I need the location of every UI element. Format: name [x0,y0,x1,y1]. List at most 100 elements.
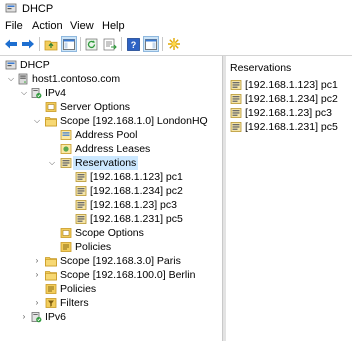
window-title: DHCP [22,3,54,15]
console-tree[interactable]: DHCP ⌵ host1.contoso.com ⌵ IPv4 Server O… [0,56,222,341]
reservation-icon [230,107,242,119]
toolbar-separator [39,37,40,51]
policies-icon [45,283,57,295]
toolbar-separator [162,37,163,51]
tree-node-label: Filters [60,297,89,309]
tree-node-server-options[interactable]: Server Options [0,100,160,114]
tree-node-scope-paris[interactable]: › Scope [192.168.3.0] Paris [0,254,220,268]
chevron-right-icon[interactable]: › [33,299,41,307]
tree-node-reservation[interactable]: [192.168.1.231] pc5 [0,212,200,226]
tree-node-reservation[interactable]: [192.168.1.234] pc2 [0,184,200,198]
tree-node-label: Address Leases [75,143,151,155]
menu-help[interactable]: Help [102,20,125,32]
chevron-down-icon[interactable]: ⌵ [20,89,28,97]
tree-node-ipv6[interactable]: › IPv6 [0,310,120,324]
tree-node-dhcp[interactable]: DHCP [0,58,120,72]
policies-icon [60,241,72,253]
tree-node-scope-policies[interactable]: Policies [0,240,160,254]
details-item-label: [192.168.1.123] pc1 [245,79,338,91]
toolbar: ? [0,35,352,54]
tree-node-label: host1.contoso.com [32,73,121,85]
reservations-icon [60,157,72,169]
details-list-item[interactable]: [192.168.1.234] pc2 [228,92,350,106]
tree-node-reservation[interactable]: [192.168.1.123] pc1 [0,170,200,184]
title-bar: DHCP [0,0,352,18]
tree-node-filters[interactable]: › Filters [0,296,160,310]
tree-node-label: [192.168.1.23] pc3 [90,199,177,211]
tree-node-label: Policies [60,283,97,295]
menu-action[interactable]: Action [32,20,63,32]
chevron-right-icon[interactable]: › [33,257,41,265]
folder-icon [45,269,57,281]
tree-node-address-pool[interactable]: Address Pool [0,128,160,142]
tree-node-label: DHCP [20,59,50,71]
dhcp-icon [5,59,17,71]
chevron-down-icon[interactable]: ⌵ [7,75,15,83]
chevron-down-icon[interactable]: ⌵ [33,117,41,125]
address-leases-icon [60,143,72,155]
scope-options-icon [60,227,72,239]
details-list-item[interactable]: [192.168.1.231] pc5 [228,120,350,134]
tree-node-scope-berlin[interactable]: › Scope [192.168.100.0] Berlin [0,268,220,282]
svg-text:?: ? [130,40,136,50]
dhcp-app-icon [5,2,17,14]
tree-node-policies[interactable]: Policies [0,282,160,296]
tree-node-ipv4[interactable]: ⌵ IPv4 [0,86,120,100]
reservation-icon [75,199,87,211]
refresh-icon[interactable] [84,36,100,52]
toolbar-separator [121,37,122,51]
details-list-item[interactable]: [192.168.1.123] pc1 [228,78,350,92]
tree-node-scope-londonhq[interactable]: ⌵ Scope [192.168.1.0] LondonHQ [0,114,220,128]
forward-arrow-icon[interactable] [20,36,36,52]
back-arrow-icon[interactable] [3,36,19,52]
tree-node-label: IPv6 [45,311,67,323]
chevron-right-icon[interactable]: › [33,271,41,279]
tree-node-server[interactable]: ⌵ host1.contoso.com [0,72,160,86]
reservation-icon [75,213,87,225]
details-list-item[interactable]: [192.168.1.23] pc3 [228,106,350,120]
menu-bar: File Action View Help [0,18,352,35]
help-icon[interactable]: ? [125,36,141,52]
tree-node-label: Scope [192.168.1.0] LondonHQ [60,115,208,127]
details-item-label: [192.168.1.231] pc5 [245,121,338,133]
folder-icon [45,115,57,127]
reservation-icon [230,121,242,133]
menu-view[interactable]: View [70,20,94,32]
tree-node-label: Scope [192.168.100.0] Berlin [60,269,196,281]
tree-node-address-leases[interactable]: Address Leases [0,142,160,156]
up-folder-icon[interactable] [43,36,59,52]
menu-file[interactable]: File [5,20,23,32]
reservation-icon [230,79,242,91]
tree-node-label: IPv4 [45,87,67,99]
filter-icon [45,297,57,309]
tree-node-label: Server Options [60,101,131,113]
address-pool-icon [60,129,72,141]
details-pane: Reservations [192.168.1.123] pc1 [192.16… [226,56,352,341]
tree-node-reservations[interactable]: ⌵ Reservations [0,156,222,170]
tree-node-label: Scope Options [75,227,144,239]
reservation-icon [75,171,87,183]
tree-node-label: Address Pool [75,129,138,141]
export-list-icon[interactable] [102,36,118,52]
show-hide-action-pane-icon[interactable] [143,36,159,52]
toolbar-separator [80,37,81,51]
server-options-icon [45,101,57,113]
tree-node-label: Reservations [73,156,139,170]
new-star-icon[interactable] [166,36,182,52]
server-icon [17,73,29,85]
chevron-right-icon[interactable]: › [20,313,28,321]
chevron-down-icon[interactable]: ⌵ [48,159,56,167]
tree-node-label: [192.168.1.234] pc2 [90,185,183,197]
tree-node-label: Scope [192.168.3.0] Paris [60,255,181,267]
ipv4-icon [30,87,42,99]
ipv6-icon [30,311,42,323]
tree-node-label: [192.168.1.123] pc1 [90,171,183,183]
details-item-label: [192.168.1.234] pc2 [245,93,338,105]
tree-node-scope-options[interactable]: Scope Options [0,226,160,240]
reservation-icon [75,185,87,197]
tree-node-label: [192.168.1.231] pc5 [90,213,183,225]
folder-icon [45,255,57,267]
tree-node-reservation[interactable]: [192.168.1.23] pc3 [0,198,200,212]
show-hide-console-tree-icon[interactable] [61,36,77,52]
details-header: Reservations [230,62,292,74]
